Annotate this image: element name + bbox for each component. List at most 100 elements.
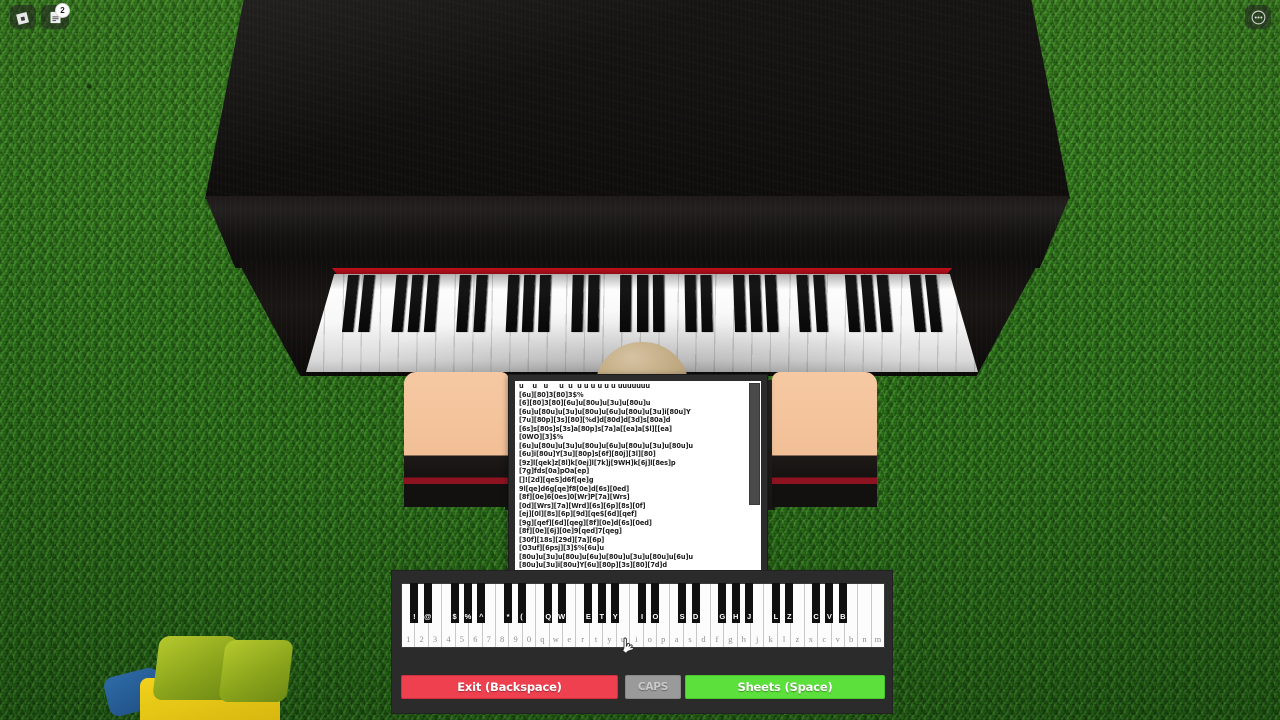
mini-black-key-Y[interactable]: Y bbox=[611, 583, 620, 623]
roblox-logo-icon bbox=[15, 11, 29, 25]
mini-white-key-n[interactable]: n bbox=[858, 584, 872, 647]
mini-white-key-label: a bbox=[674, 634, 679, 644]
mini-white-key-label: j bbox=[755, 634, 759, 644]
mini-white-key-label: w bbox=[552, 634, 559, 644]
mini-black-key-label: ( bbox=[520, 612, 523, 621]
mini-white-key-label: f bbox=[715, 634, 719, 644]
mini-white-key-label: 3 bbox=[432, 634, 438, 644]
mini-black-key-%[interactable]: % bbox=[463, 583, 472, 623]
mini-black-key-C[interactable]: C bbox=[812, 583, 821, 623]
mini-black-key-([interactable]: ( bbox=[517, 583, 526, 623]
mini-black-key-label: @ bbox=[424, 612, 432, 621]
mini-white-key-label: n bbox=[862, 634, 867, 644]
mini-white-key-label: 8 bbox=[500, 634, 505, 644]
mini-black-key-^[interactable]: ^ bbox=[477, 583, 486, 623]
mini-black-key-label: ! bbox=[413, 612, 416, 621]
piano-black-key bbox=[700, 275, 713, 332]
mini-white-key-label: 9 bbox=[513, 634, 518, 644]
mini-white-key-label: y bbox=[607, 634, 612, 644]
mini-black-key-label: T bbox=[599, 612, 605, 621]
mini-black-key-Q[interactable]: Q bbox=[544, 583, 553, 623]
mini-black-key-E[interactable]: E bbox=[584, 583, 593, 623]
mini-black-key-Z[interactable]: Z bbox=[785, 583, 794, 623]
mini-white-key-label: 5 bbox=[459, 634, 465, 644]
mini-white-key-label: 0 bbox=[526, 634, 532, 644]
mini-white-key-label: p bbox=[661, 634, 666, 644]
caps-button[interactable]: CAPS bbox=[625, 675, 681, 699]
mini-black-key-label: % bbox=[464, 612, 472, 621]
piano-lid-sheen bbox=[205, 0, 1070, 199]
mini-white-key-label: e bbox=[567, 634, 572, 644]
mini-black-key-label: H bbox=[733, 612, 739, 621]
mini-black-key-label: Z bbox=[786, 612, 792, 621]
player-arm-left bbox=[404, 372, 509, 507]
mini-white-key-b[interactable]: b bbox=[844, 584, 859, 647]
mini-white-key-label: d bbox=[701, 634, 706, 644]
mini-white-key-label: 7 bbox=[486, 634, 491, 644]
sheet-scrollbar-thumb[interactable] bbox=[749, 383, 760, 505]
mini-black-key-![interactable]: ! bbox=[410, 583, 419, 623]
menu-button[interactable] bbox=[1245, 5, 1271, 29]
mini-black-key-label: G bbox=[719, 612, 726, 621]
mini-white-key-label: o bbox=[647, 634, 652, 644]
mini-black-key-O[interactable]: O bbox=[651, 583, 660, 623]
mini-white-key-label: g bbox=[728, 634, 733, 644]
player-arm-right bbox=[772, 372, 877, 507]
mini-white-key-label: c bbox=[822, 634, 827, 644]
mini-black-key-label: I bbox=[640, 612, 644, 621]
mini-black-key-*[interactable]: * bbox=[504, 583, 513, 623]
mini-black-key-label: B bbox=[840, 612, 846, 621]
mini-black-key-$[interactable]: $ bbox=[450, 583, 459, 623]
mini-black-key-W[interactable]: W bbox=[557, 583, 566, 623]
chat-button[interactable]: 2 bbox=[41, 3, 70, 29]
piano-black-key bbox=[636, 275, 648, 332]
mini-black-key-label: * bbox=[506, 612, 510, 621]
mini-black-key-label: J bbox=[747, 612, 752, 621]
mini-white-key-m[interactable]: m bbox=[871, 584, 885, 647]
mini-white-key-label: x bbox=[808, 634, 813, 644]
exit-button[interactable]: Exit (Backspace) bbox=[401, 675, 618, 699]
mini-black-key-label: ^ bbox=[479, 612, 484, 621]
mini-black-key-H[interactable]: H bbox=[731, 583, 740, 623]
sheets-button[interactable]: Sheets (Space) bbox=[685, 675, 885, 699]
mini-black-key-D[interactable]: D bbox=[691, 583, 700, 623]
piano-black-key bbox=[748, 275, 763, 332]
mini-white-key-label: v bbox=[835, 634, 840, 644]
mini-white-key-label: 2 bbox=[419, 634, 424, 644]
avatar-leg-right bbox=[218, 640, 294, 702]
mini-black-key-label: W bbox=[558, 612, 566, 621]
mini-black-key-G[interactable]: G bbox=[718, 583, 727, 623]
mini-black-key-label: O bbox=[652, 612, 659, 621]
mini-black-key-V[interactable]: V bbox=[825, 583, 834, 623]
piano-black-key bbox=[571, 275, 584, 332]
mini-white-key-label: b bbox=[849, 634, 854, 644]
piano-black-key bbox=[620, 275, 632, 332]
mini-black-key-S[interactable]: S bbox=[678, 583, 687, 623]
chat-badge: 2 bbox=[55, 3, 70, 18]
mini-white-key-label: m bbox=[874, 634, 882, 644]
mini-white-key-label: 4 bbox=[446, 634, 451, 644]
mini-white-key-label: k bbox=[768, 634, 773, 644]
mini-black-key-label: C bbox=[813, 612, 819, 621]
ellipsis-icon bbox=[1251, 10, 1265, 24]
piano-black-key bbox=[732, 275, 746, 332]
mini-white-key-label: h bbox=[741, 634, 746, 644]
piano-black-key bbox=[587, 275, 600, 332]
piano-gui-panel: 1234567890qwertyuiopasdfghjklzxcvbnm ! @ $… bbox=[391, 570, 893, 714]
mini-black-key-label: Y bbox=[612, 612, 618, 621]
piano-black-key bbox=[684, 275, 697, 332]
mini-black-key-L[interactable]: L bbox=[771, 583, 780, 623]
mini-black-key-label: E bbox=[585, 612, 591, 621]
mini-black-key-J[interactable]: J bbox=[745, 583, 754, 623]
roblox-logo-button[interactable] bbox=[10, 5, 36, 29]
mini-black-key-B[interactable]: B bbox=[838, 583, 847, 623]
mini-black-key-I[interactable]: I bbox=[638, 583, 646, 623]
mini-white-key-label: t bbox=[594, 634, 598, 644]
mini-black-key-label: Q bbox=[545, 612, 552, 621]
mini-black-key-label: V bbox=[826, 612, 832, 621]
mini-black-key-@[interactable]: @ bbox=[423, 583, 432, 623]
piano-black-key bbox=[652, 275, 664, 332]
piano-body bbox=[205, 196, 1070, 268]
mini-white-key-label: q bbox=[540, 634, 545, 644]
mini-black-key-T[interactable]: T bbox=[597, 583, 606, 623]
